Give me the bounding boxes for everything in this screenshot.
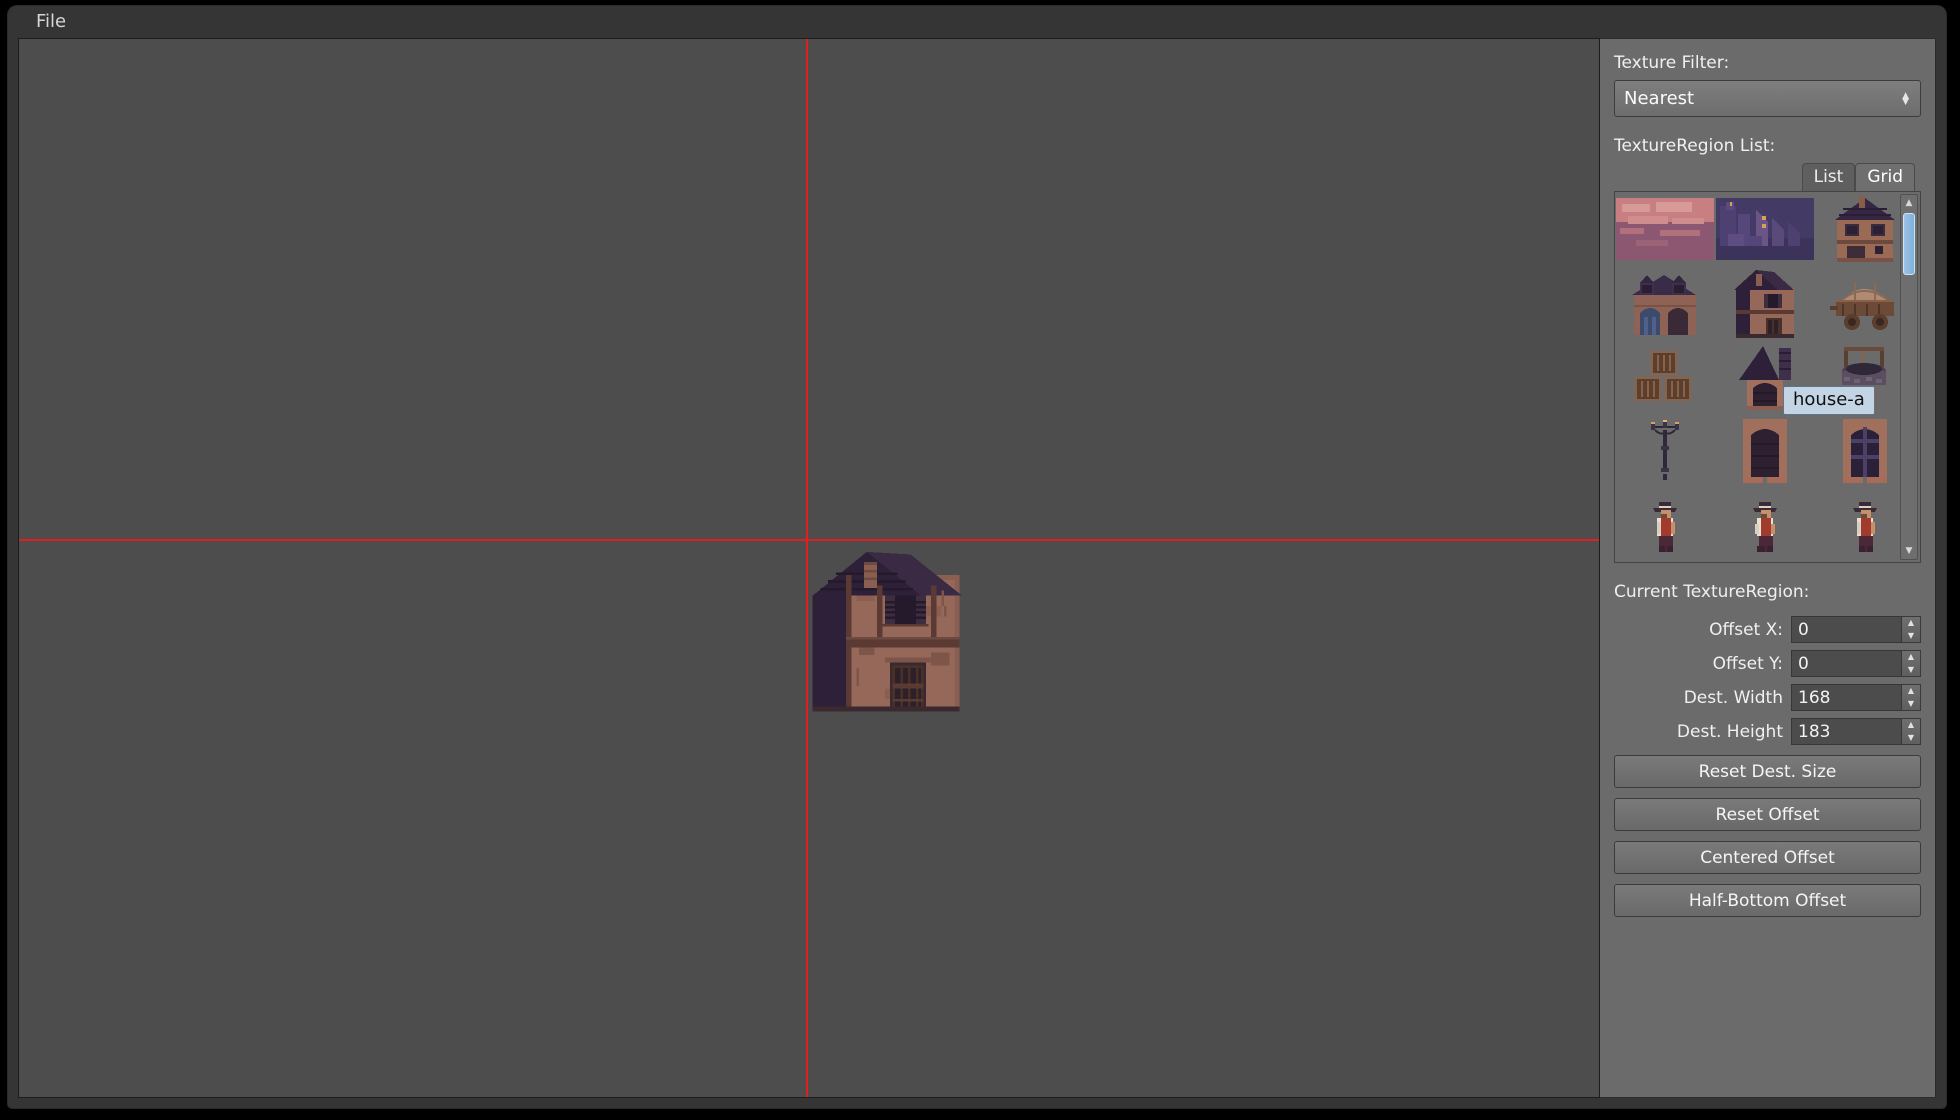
canvas-sprite-house-a[interactable] bbox=[806, 539, 974, 722]
centered-offset-button[interactable]: Centered Offset bbox=[1614, 841, 1921, 874]
offset-y-stepper[interactable]: 0 ▲ ▼ bbox=[1791, 650, 1921, 677]
chevron-down-icon[interactable]: ▼ bbox=[1902, 698, 1920, 711]
reset-offset-button[interactable]: Reset Offset bbox=[1614, 798, 1921, 831]
texture-item-house-a[interactable] bbox=[1715, 266, 1815, 340]
texture-item-character-2[interactable] bbox=[1715, 488, 1815, 562]
chevron-down-icon[interactable]: ▼ bbox=[1902, 732, 1920, 745]
body-area: Texture Filter: Nearest ▲ ▼ TextureRegion… bbox=[18, 38, 1936, 1098]
menu-item-file[interactable]: File bbox=[24, 8, 78, 36]
chevron-up-icon[interactable]: ▲ bbox=[1902, 685, 1920, 698]
current-texture-region-label: Current TextureRegion: bbox=[1614, 582, 1810, 602]
field-row-dest-width: Dest. Width 168 ▲ ▼ bbox=[1614, 684, 1921, 711]
offset-x-spin-buttons[interactable]: ▲ ▼ bbox=[1902, 616, 1921, 643]
grid-scrollbar[interactable]: ▲ ▼ bbox=[1900, 194, 1918, 560]
tooltip-house-a: house-a bbox=[1783, 386, 1875, 415]
field-row-dest-height: Dest. Height 183 ▲ ▼ bbox=[1614, 718, 1921, 745]
chevron-up-icon[interactable]: ▲ bbox=[1902, 617, 1920, 630]
offset-x-label: Offset X: bbox=[1709, 619, 1783, 640]
texture-item-lamp-post[interactable] bbox=[1615, 414, 1715, 488]
texture-item-town-silhouette[interactable] bbox=[1715, 192, 1815, 266]
dest-width-spin-buttons[interactable]: ▲ ▼ bbox=[1902, 684, 1921, 711]
offset-x-input[interactable]: 0 bbox=[1791, 616, 1902, 643]
offset-x-stepper[interactable]: 0 ▲ ▼ bbox=[1791, 616, 1921, 643]
dest-height-label: Dest. Height bbox=[1676, 721, 1783, 742]
field-row-offset-x: Offset X: 0 ▲ ▼ bbox=[1614, 616, 1921, 643]
offset-y-spin-buttons[interactable]: ▲ ▼ bbox=[1902, 650, 1921, 677]
tab-grid[interactable]: Grid bbox=[1855, 163, 1915, 191]
texture-item-door-arch[interactable] bbox=[1715, 414, 1815, 488]
texture-filter-label: Texture Filter: bbox=[1614, 53, 1730, 73]
canvas-viewport[interactable] bbox=[18, 38, 1600, 1098]
chevron-down-icon[interactable]: ▼ bbox=[1902, 664, 1920, 677]
texture-item-character-1[interactable] bbox=[1615, 488, 1715, 562]
view-mode-tabs: List Grid bbox=[1614, 163, 1921, 191]
chevron-down-icon[interactable]: ▼ bbox=[1902, 630, 1920, 643]
half-bottom-offset-button[interactable]: Half-Bottom Offset bbox=[1614, 884, 1921, 917]
select-arrows-icon: ▲ ▼ bbox=[1902, 90, 1909, 107]
chevron-up-icon[interactable]: ▲ bbox=[1902, 719, 1920, 732]
grid-scrollbar-thumb[interactable] bbox=[1903, 213, 1915, 275]
dest-height-input[interactable]: 183 bbox=[1791, 718, 1902, 745]
texture-item-house-c[interactable] bbox=[1615, 266, 1715, 340]
texture-filter-select[interactable]: Nearest ▲ ▼ bbox=[1614, 80, 1921, 117]
chevron-up-icon[interactable]: ▲ bbox=[1902, 651, 1920, 664]
dest-height-spin-buttons[interactable]: ▲ ▼ bbox=[1902, 718, 1921, 745]
menubar: File bbox=[8, 6, 1946, 38]
texture-region-list-label: TextureRegion List: bbox=[1614, 136, 1776, 156]
scroll-up-icon[interactable]: ▲ bbox=[1901, 195, 1917, 211]
scroll-down-icon[interactable]: ▼ bbox=[1901, 543, 1917, 559]
texture-item-crates[interactable] bbox=[1615, 340, 1715, 414]
application-window: File Texture Filter: Nearest ▲ ▼ Texture… bbox=[8, 6, 1946, 1108]
field-row-offset-y: Offset Y: 0 ▲ ▼ bbox=[1614, 650, 1921, 677]
sidebar: Texture Filter: Nearest ▲ ▼ TextureRegion… bbox=[1600, 38, 1936, 1098]
offset-y-label: Offset Y: bbox=[1712, 653, 1783, 674]
dest-height-stepper[interactable]: 183 ▲ ▼ bbox=[1791, 718, 1921, 745]
dest-width-label: Dest. Width bbox=[1683, 687, 1783, 708]
texture-region-grid[interactable]: house-a ▲ ▼ bbox=[1614, 191, 1921, 563]
texture-item-sky-clouds[interactable] bbox=[1615, 192, 1715, 266]
offset-y-input[interactable]: 0 bbox=[1791, 650, 1902, 677]
texture-filter-value: Nearest bbox=[1624, 88, 1695, 109]
dest-width-stepper[interactable]: 168 ▲ ▼ bbox=[1791, 684, 1921, 711]
dest-width-input[interactable]: 168 bbox=[1791, 684, 1902, 711]
reset-dest-size-button[interactable]: Reset Dest. Size bbox=[1614, 755, 1921, 788]
tab-list[interactable]: List bbox=[1801, 163, 1856, 191]
